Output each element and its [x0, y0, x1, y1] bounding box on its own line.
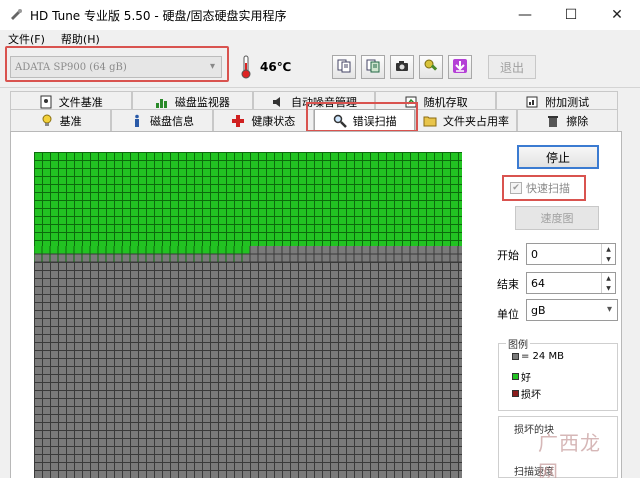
tab-folder-usage[interactable]: 文件夹占用率: [415, 109, 517, 131]
start-value: 0: [531, 247, 538, 261]
end-label: 结束: [497, 278, 519, 291]
trash-icon: [546, 114, 560, 128]
tab-label: 文件夹占用率: [442, 114, 509, 128]
tab-erase[interactable]: 擦除: [516, 109, 618, 131]
camera-icon: [394, 58, 410, 77]
lightbulb-icon: [40, 114, 54, 128]
window-title: HD Tune 专业版 5.50 - 硬盘/固态硬盘实用程序: [30, 8, 287, 23]
scan-block-grid: [34, 152, 462, 478]
good-blocks: [34, 152, 462, 254]
temperature-readout: 46℃: [260, 60, 292, 74]
menu-file[interactable]: 文件(F): [0, 31, 53, 47]
tab-file-benchmark[interactable]: 文件基准: [10, 91, 132, 111]
bar-chart-icon: [155, 95, 169, 109]
copy-icon: [336, 58, 352, 77]
menu-help[interactable]: 帮助(H): [53, 31, 108, 47]
unit-value: gB: [531, 303, 546, 317]
thermometer-icon: [240, 55, 252, 79]
folder-icon: [423, 114, 437, 128]
close-button[interactable]: ✕: [594, 0, 640, 30]
unit-select[interactable]: gB ▾: [526, 299, 618, 321]
unscanned-blocks: [34, 254, 462, 478]
tab-label: 健康状态: [251, 114, 296, 128]
options-button[interactable]: [419, 55, 443, 79]
start-spinbox[interactable]: 0 ▲ ▼: [526, 243, 616, 265]
minimize-button[interactable]: —: [502, 0, 548, 30]
tab-health[interactable]: 健康状态: [212, 109, 314, 131]
tab-disk-info[interactable]: 磁盘信息: [111, 109, 213, 131]
spin-down-icon[interactable]: ▼: [602, 283, 615, 293]
scan-front-edge: [34, 246, 462, 262]
tab-label: 擦除: [566, 114, 589, 128]
maximize-button[interactable]: ☐: [548, 0, 594, 30]
tab-label: 文件基准: [58, 95, 103, 109]
red-swatch: [512, 390, 519, 397]
tab-benchmark[interactable]: 基准: [10, 109, 112, 131]
legend-block-size: = 24 MB: [512, 351, 564, 362]
speed-map-button[interactable]: 速度图: [515, 206, 599, 230]
unit-label: 单位: [497, 308, 519, 321]
legend-damaged: 损坏: [512, 386, 541, 401]
green-swatch: [512, 373, 519, 380]
stop-button[interactable]: 停止: [517, 145, 599, 169]
copy-all-icon: [365, 58, 381, 77]
exit-button[interactable]: 退出: [488, 55, 536, 79]
watermark-logo: 广西龙网: [538, 431, 606, 478]
spin-down-icon[interactable]: ▼: [602, 254, 615, 264]
title-bar: HD Tune 专业版 5.50 - 硬盘/固态硬盘实用程序 — ☐ ✕: [0, 0, 640, 30]
highlight-box-error-scan-tab: [306, 102, 418, 132]
legend-block-size-text: = 24 MB: [521, 351, 564, 362]
copy-all-button[interactable]: [361, 55, 385, 79]
start-label: 开始: [497, 249, 519, 262]
speaker-icon: [271, 95, 285, 109]
tab-label: 磁盘信息: [149, 114, 194, 128]
watermark-text: 广西龙网: [538, 431, 601, 478]
spin-up-icon[interactable]: ▲: [602, 273, 615, 283]
red-cross-icon: [231, 114, 245, 128]
legend-good: 好: [512, 369, 531, 384]
tab-extra-tests[interactable]: 附加测试: [496, 91, 618, 111]
tab-label: 磁盘监视器: [174, 95, 230, 109]
spin-up-icon[interactable]: ▲: [602, 244, 615, 254]
gray-swatch: [512, 353, 519, 360]
copy-text-button[interactable]: [332, 55, 356, 79]
download-arrow-icon: [452, 58, 468, 77]
legend-good-text: 好: [521, 373, 531, 384]
tab-disk-monitor[interactable]: 磁盘监视器: [131, 91, 254, 111]
save-button[interactable]: [448, 55, 472, 79]
legend-title: 图例: [506, 336, 530, 351]
highlight-box-drive: [5, 46, 229, 82]
end-spinbox[interactable]: 64 ▲ ▼: [526, 272, 616, 294]
tab-label: 附加测试: [545, 95, 590, 109]
highlight-box-quick-scan: [502, 175, 586, 201]
tab-label: 基准: [59, 114, 82, 128]
screenshot-button[interactable]: [390, 55, 414, 79]
legend-damaged-text: 损坏: [521, 390, 541, 401]
file-benchmark-icon: [39, 95, 53, 109]
info-icon: [130, 114, 144, 128]
tab-label: 随机存取: [423, 95, 468, 109]
extra-tests-icon: [525, 95, 539, 109]
tools-icon: [423, 58, 439, 77]
chevron-down-icon: ▾: [606, 304, 612, 315]
end-value: 64: [531, 276, 545, 290]
hdtune-app-icon: [8, 7, 24, 23]
